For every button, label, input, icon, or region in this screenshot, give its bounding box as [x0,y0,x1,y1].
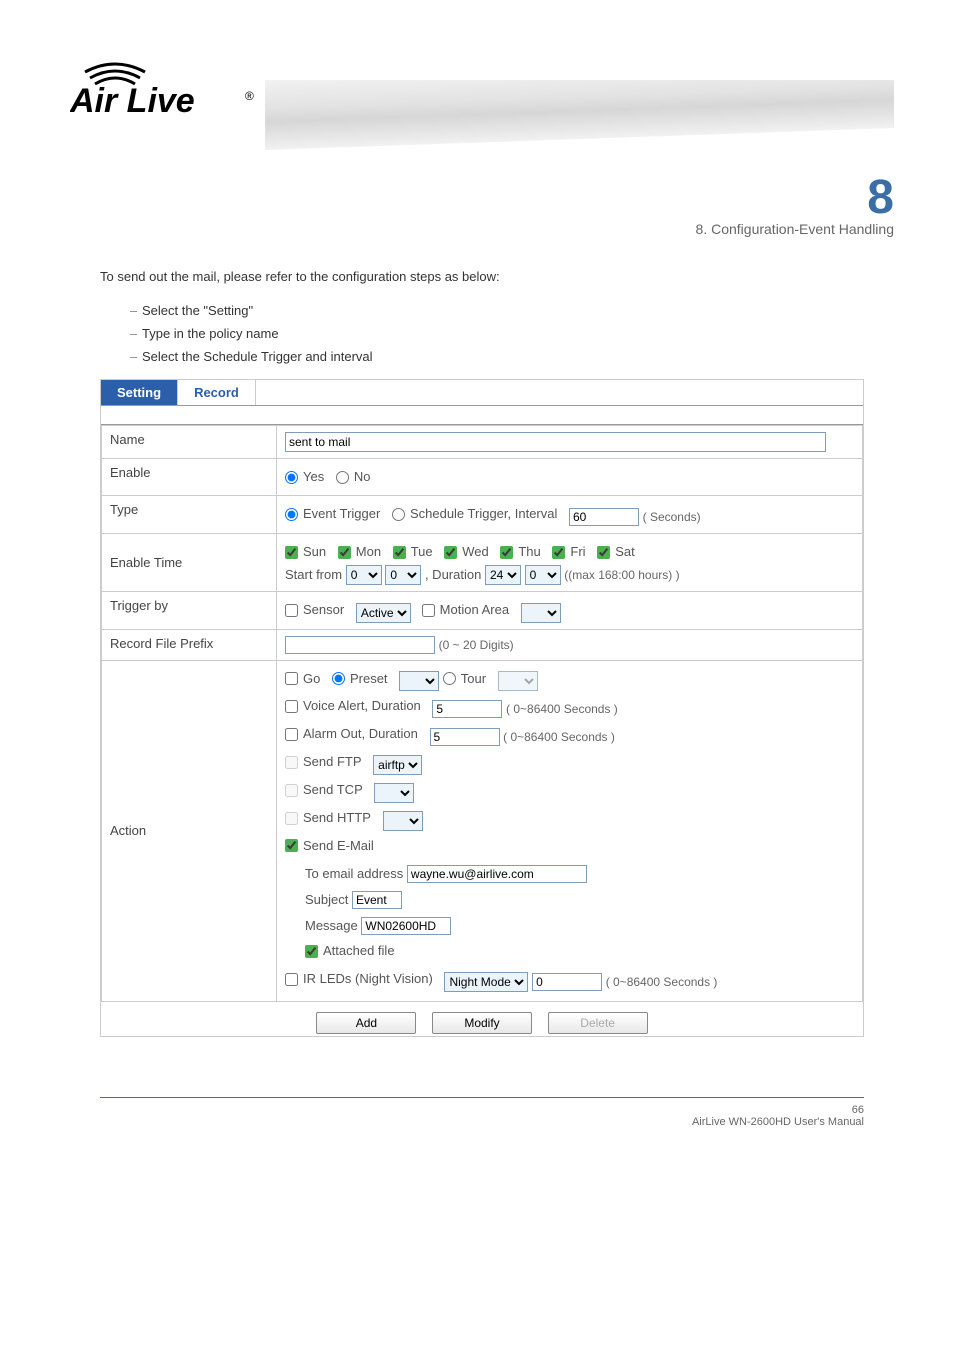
svg-text:Air Live: Air Live [70,82,195,120]
enable-yes-text: Yes [303,465,324,490]
tab-record[interactable]: Record [178,380,256,405]
intro-text: To send out the mail, please refer to th… [100,267,894,287]
chk-alarm[interactable] [285,728,298,741]
ir-mode-select[interactable]: Night Mode [444,972,528,992]
enable-no-radio[interactable] [336,471,349,484]
mail-to-input[interactable] [407,865,587,883]
type-schedule-text: Schedule Trigger, Interval [410,502,557,527]
chk-ir[interactable] [285,973,298,986]
settings-panel: Setting Record Name Enable Yes No Type [100,379,864,1038]
chk-mail[interactable] [285,839,298,852]
chk-thu[interactable] [500,546,513,559]
chk-motion[interactable] [422,604,435,617]
chk-voice[interactable] [285,700,298,713]
alarm-duration-input[interactable] [430,728,500,746]
chk-mon[interactable] [338,546,351,559]
svg-text:®: ® [245,89,254,103]
http-select[interactable] [383,811,423,831]
enable-no-text: No [354,465,371,490]
chk-ftp[interactable] [285,756,298,769]
chk-http[interactable] [285,812,298,825]
motion-select[interactable] [521,603,561,623]
start-hour-select[interactable]: 0 [346,565,382,585]
start-from-label: Start from [285,567,342,582]
add-button[interactable]: Add [316,1012,416,1034]
preset-select[interactable] [399,671,439,691]
voice-hint: ( 0~86400 Seconds ) [506,702,618,716]
step-1: –Select the "Setting" [130,299,894,322]
alarm-hint: ( 0~86400 Seconds ) [503,730,615,744]
prefix-input[interactable] [285,636,435,654]
chk-go[interactable] [285,672,298,685]
type-label: Type [102,496,277,534]
chapter-title: 8. Configuration-Event Handling [70,221,894,237]
airlive-logo: Air Live ® [70,50,265,120]
enable-time-label: Enable Time [102,534,277,592]
modify-button[interactable]: Modify [432,1012,532,1034]
enable-yes-radio[interactable] [285,471,298,484]
max-hours-text: ((max 168:00 hours) ) [564,568,679,582]
action-label: Action [102,660,277,1002]
chk-tcp[interactable] [285,784,298,797]
voice-duration-input[interactable] [432,700,502,718]
footer-page: 66 [692,1104,864,1116]
ftp-select[interactable]: airftp [373,755,422,775]
prefix-hint: (0 ~ 20 Digits) [439,638,514,652]
radio-tour[interactable] [443,672,456,685]
interval-unit: ( Seconds) [643,510,701,524]
tab-setting[interactable]: Setting [101,380,178,405]
footer-text: AirLive WN-2600HD User's Manual [692,1116,864,1128]
delete-button[interactable]: Delete [548,1012,648,1034]
sensor-select[interactable]: Active [356,603,411,623]
trigger-by-label: Trigger by [102,591,277,629]
subject-input[interactable] [352,891,402,909]
radio-preset[interactable] [332,672,345,685]
chk-attached[interactable] [305,945,318,958]
chk-sensor[interactable] [285,604,298,617]
message-label: Message [305,918,358,933]
ir-hint: ( 0~86400 Seconds ) [606,975,718,989]
interval-input[interactable] [569,508,639,526]
chk-tue[interactable] [393,546,406,559]
chk-sat[interactable] [597,546,610,559]
step-2: –Type in the policy name [130,322,894,345]
subject-label: Subject [305,892,348,907]
dur-min-select[interactable]: 0 [525,565,561,585]
header-swoosh [265,80,894,150]
tour-select[interactable] [498,671,538,691]
enable-label: Enable [102,458,277,496]
chk-fri[interactable] [552,546,565,559]
name-label: Name [102,425,277,458]
type-event-radio[interactable] [285,508,298,521]
ir-duration-input[interactable] [532,973,602,991]
chk-wed[interactable] [444,546,457,559]
message-input[interactable] [361,917,451,935]
start-min-select[interactable]: 0 [385,565,421,585]
chapter-number: 8 [70,170,894,225]
mail-to-label: To email address [305,866,403,881]
dur-hour-select[interactable]: 24 [485,565,521,585]
tcp-select[interactable] [374,783,414,803]
prefix-label: Record File Prefix [102,629,277,660]
type-event-text: Event Trigger [303,502,380,527]
name-input[interactable] [285,432,826,452]
duration-label: , Duration [425,567,481,582]
type-schedule-radio[interactable] [392,508,405,521]
chk-sun[interactable] [285,546,298,559]
step-3: –Select the Schedule Trigger and interva… [130,345,894,368]
